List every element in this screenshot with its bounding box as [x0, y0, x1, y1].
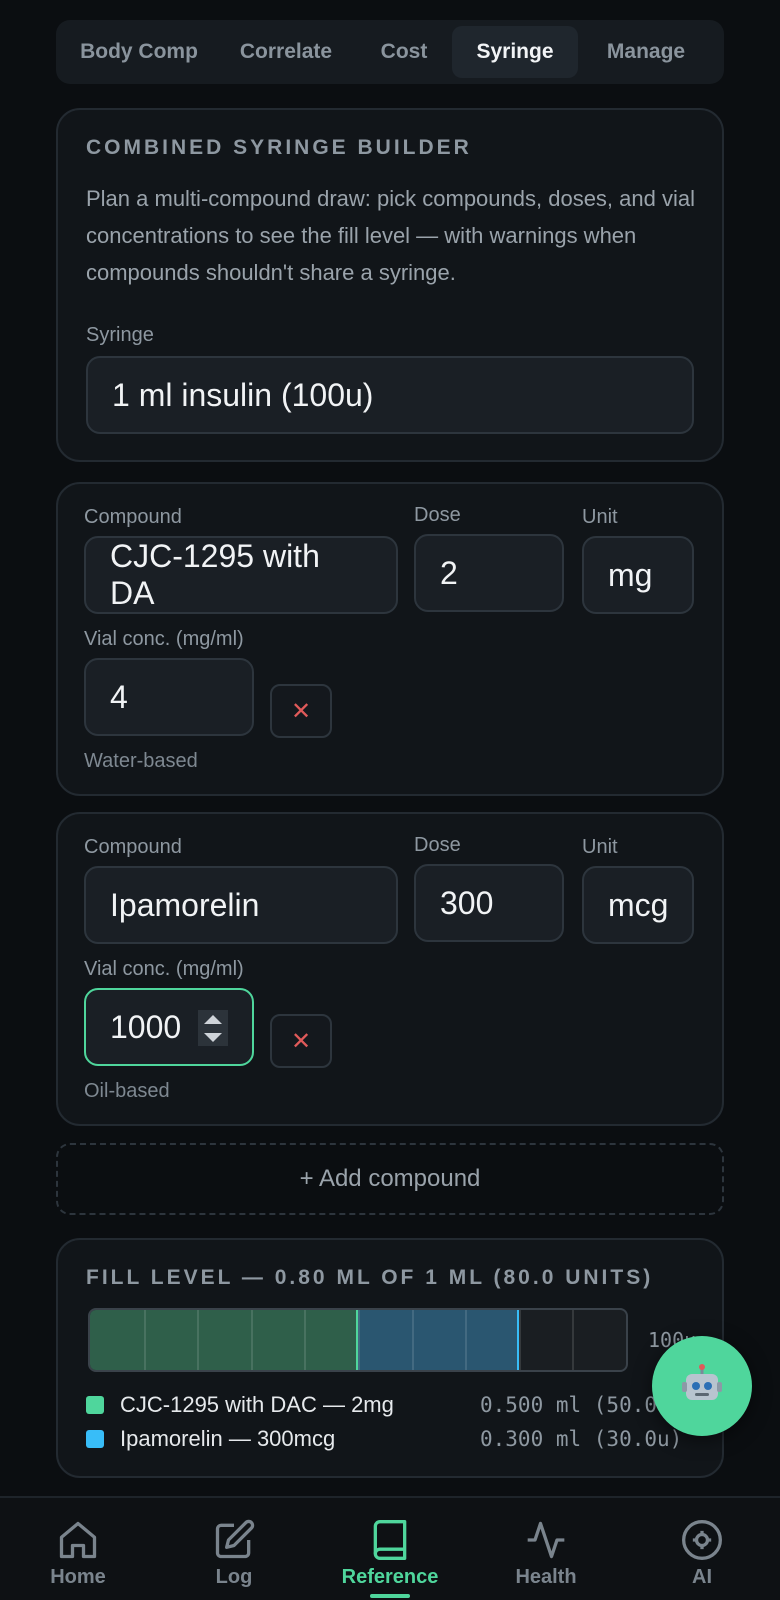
fill-tick	[304, 1310, 307, 1370]
fill-segment	[358, 1310, 519, 1370]
fill-tick	[411, 1310, 414, 1370]
fill-level-title: FILL LEVEL — 0.80 ML OF 1 ML (80.0 UNITS…	[86, 1266, 654, 1289]
nav-item-reference[interactable]: Reference	[312, 1498, 468, 1600]
dose-input[interactable]: 2	[414, 534, 564, 612]
legend-item: CJC-1295 with DAC — 2mg 0.500 ml (50.0u)	[86, 1390, 706, 1420]
vial-conc-label: Vial conc. (mg/ml)	[84, 628, 244, 650]
fill-tick	[465, 1310, 468, 1370]
stepper-up-icon[interactable]	[204, 1014, 222, 1024]
syringe-label: Syringe	[86, 324, 154, 346]
activity-icon	[527, 1521, 565, 1559]
base-type-note: Water-based	[84, 750, 198, 772]
nav-item-ai[interactable]: AI	[624, 1498, 780, 1600]
dose-input[interactable]: 300	[414, 864, 564, 942]
nav-label: AI	[692, 1566, 712, 1588]
unit-select[interactable]: mcg	[582, 866, 694, 944]
fill-tick	[572, 1310, 575, 1370]
compound-card-1: Compound CJC-1295 with DA Dose 2 Unit mg…	[56, 482, 724, 796]
vial-conc-input[interactable]: 4	[84, 658, 254, 736]
legend-swatch	[86, 1396, 104, 1414]
syringe-select[interactable]: 1 ml insulin (100u)	[86, 356, 694, 434]
dose-label: Dose	[414, 834, 461, 856]
legend-name: CJC-1295 with DAC — 2mg	[120, 1392, 394, 1417]
legend-name: Ipamorelin — 300mcg	[120, 1426, 336, 1451]
fill-level-card: FILL LEVEL — 0.80 ML OF 1 ML (80.0 UNITS…	[56, 1238, 724, 1478]
remove-compound-button[interactable]: ✕	[270, 1014, 332, 1068]
number-stepper[interactable]	[198, 1010, 228, 1046]
home-icon	[59, 1521, 97, 1559]
legend-item: Ipamorelin — 300mcg 0.300 ml (30.0u)	[86, 1424, 706, 1454]
unit-select[interactable]: mg	[582, 536, 694, 614]
nav-item-health[interactable]: Health	[468, 1498, 624, 1600]
compound-select[interactable]: Ipamorelin	[84, 866, 398, 944]
fill-tick	[358, 1310, 360, 1370]
compound-card-2: Compound Ipamorelin Dose 300 Unit mcg Vi…	[56, 812, 724, 1126]
legend-value: 0.500 ml (50.0u)	[480, 1393, 683, 1417]
nav-item-log[interactable]: Log	[156, 1498, 312, 1600]
vial-conc-value: 1000	[110, 1008, 182, 1045]
tab-cost[interactable]: Cost	[356, 26, 452, 78]
remove-compound-button[interactable]: ✕	[270, 684, 332, 738]
vial-conc-label: Vial conc. (mg/ml)	[84, 958, 244, 980]
unit-label: Unit	[582, 506, 618, 528]
tab-correlate[interactable]: Correlate	[216, 26, 356, 78]
nav-label: Reference	[341, 1566, 439, 1588]
ai-icon	[682, 1520, 722, 1560]
legend-swatch	[86, 1430, 104, 1448]
nav-label: Log	[215, 1566, 253, 1588]
robot-icon	[682, 1364, 722, 1400]
dose-label: Dose	[414, 504, 461, 526]
fill-segment	[90, 1310, 358, 1370]
base-type-note: Oil-based	[84, 1080, 170, 1102]
compound-label: Compound	[84, 836, 182, 858]
compound-select[interactable]: CJC-1295 with DA	[84, 536, 398, 614]
builder-title: COMBINED SYRINGE BUILDER	[86, 136, 472, 159]
fill-tick	[518, 1310, 521, 1370]
nav-label: Home	[50, 1566, 106, 1588]
compound-label: Compound	[84, 506, 182, 528]
tab-syringe[interactable]: Syringe	[452, 26, 578, 78]
builder-description: Plan a multi-compound draw: pick compoun…	[86, 186, 695, 285]
fill-tick	[250, 1310, 253, 1370]
vial-conc-input[interactable]: 1000	[84, 988, 254, 1066]
nav-label: Health	[515, 1566, 577, 1588]
fill-tick	[143, 1310, 146, 1370]
unit-label: Unit	[582, 836, 618, 858]
legend-value: 0.300 ml (30.0u)	[480, 1427, 683, 1451]
pencil-icon	[215, 1519, 255, 1559]
tab-body-comp[interactable]: Body Comp	[62, 26, 216, 78]
home-indicator	[370, 1594, 410, 1598]
syringe-builder-card: COMBINED SYRINGE BUILDER Plan a multi-co…	[56, 108, 724, 462]
book-icon	[373, 1520, 407, 1560]
add-compound-button[interactable]: + Add compound	[56, 1143, 724, 1215]
nav-item-home[interactable]: Home	[0, 1498, 156, 1600]
bottom-nav: Home Log Reference Health AI	[0, 1496, 780, 1600]
stepper-down-icon[interactable]	[204, 1032, 222, 1042]
syringe-fill-bar	[88, 1308, 628, 1372]
tab-manage[interactable]: Manage	[578, 26, 714, 78]
ai-assistant-button[interactable]	[652, 1336, 752, 1436]
fill-tick	[197, 1310, 200, 1370]
tab-bar: Body Comp Correlate Cost Syringe Manage	[56, 20, 724, 84]
